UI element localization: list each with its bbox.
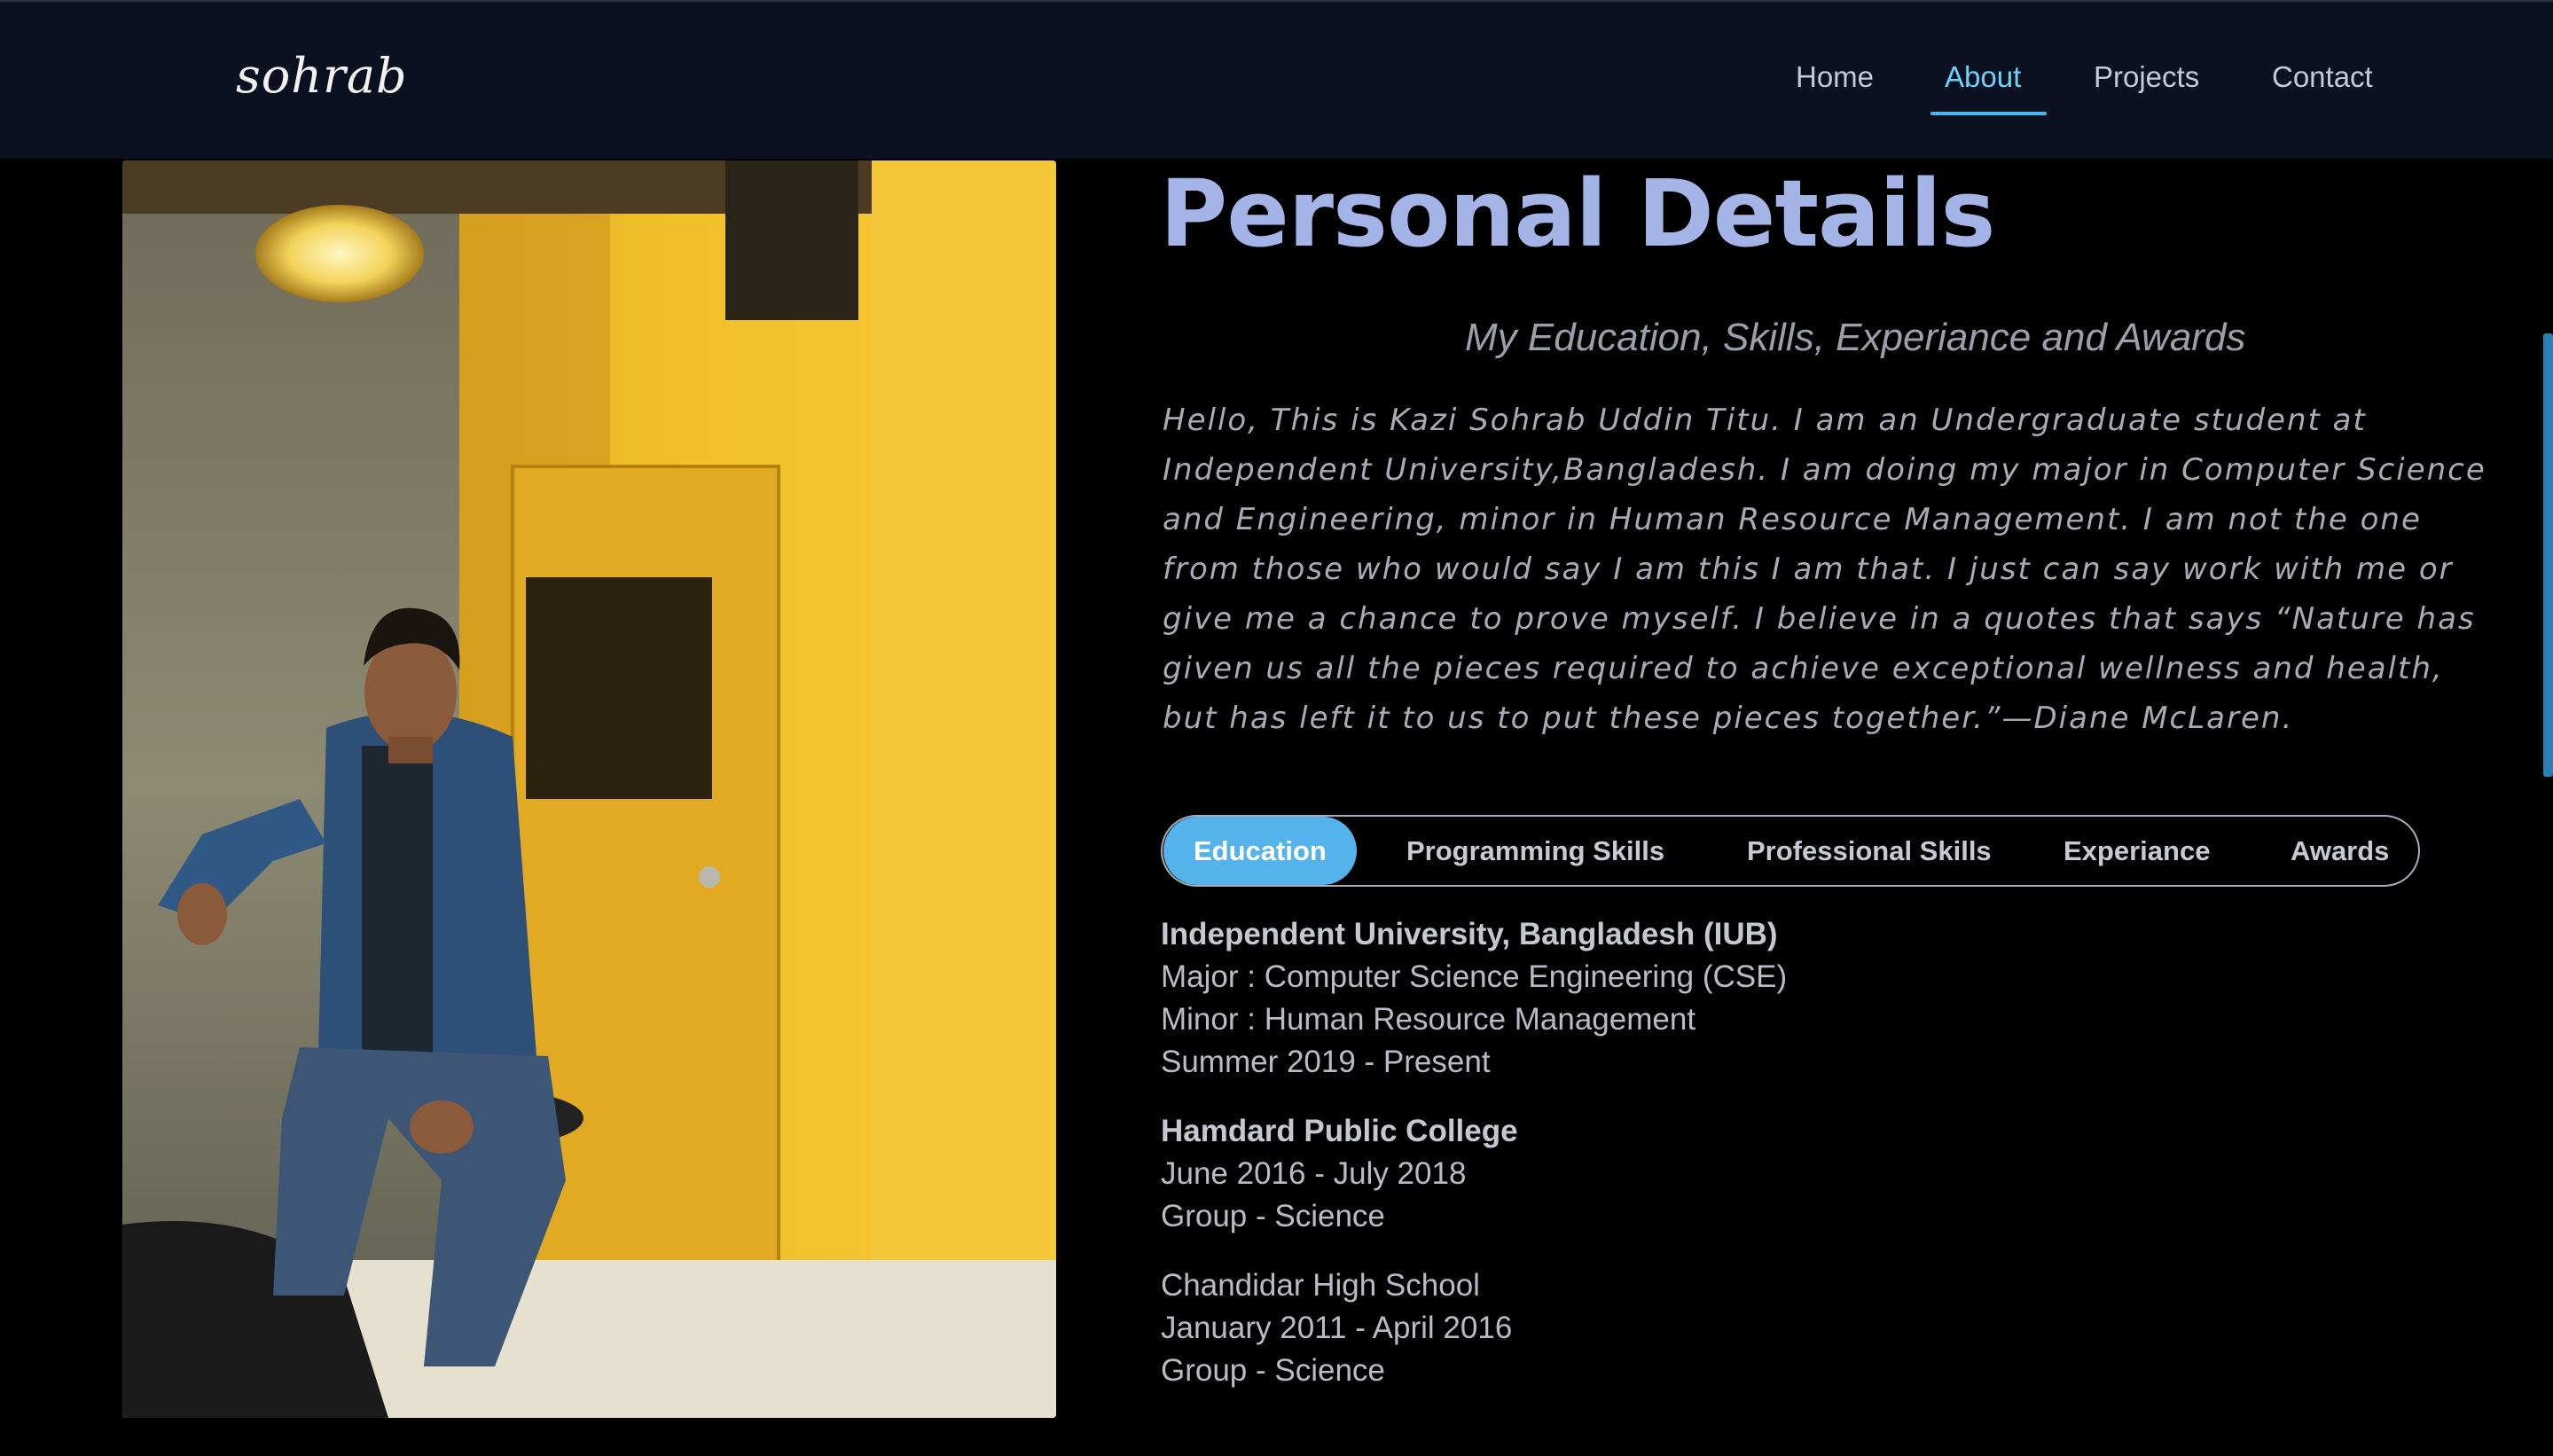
tab-education[interactable]: Education — [1163, 817, 1357, 885]
nav-contact-link[interactable]: Contact — [2272, 60, 2373, 94]
details-tab-bar: Education Programming Skills Professiona… — [1161, 815, 2420, 887]
about-page: sohrab Home About Projects Contact Perso… — [0, 0, 2553, 1456]
tab-awards[interactable]: Awards — [2291, 817, 2389, 885]
bio-line: from those who would say I am this I am … — [1163, 552, 2454, 587]
education-detail: Group - Science — [1161, 1353, 1385, 1388]
institution-name: Chandidar High School — [1161, 1268, 1480, 1303]
bio-line: and Engineering, minor in Human Resource… — [1163, 502, 2422, 537]
education-entry: Hamdard Public College June 2016 - July … — [1161, 1110, 2314, 1238]
nav-projects-link[interactable]: Projects — [2094, 60, 2199, 94]
tab-programming-skills[interactable]: Programming Skills — [1406, 817, 1664, 885]
education-detail: Summer 2019 - Present — [1161, 1045, 1491, 1079]
bio-line: Independent University,Bangladesh. I am … — [1163, 452, 2486, 488]
institution-name: Hamdard Public College — [1161, 1114, 1518, 1148]
page-title: Personal Details — [1160, 160, 1995, 268]
profile-photo-illustration — [122, 160, 1056, 1418]
education-entry: Independent University, Bangladesh (IUB)… — [1161, 913, 2314, 1084]
education-detail: Major : Computer Science Engineering (CS… — [1161, 959, 1788, 994]
tab-experiance[interactable]: Experiance — [2064, 817, 2210, 885]
nav-home-link[interactable]: Home — [1796, 60, 1874, 94]
bio-line: give me a chance to prove myself. I beli… — [1163, 601, 2476, 637]
active-nav-indicator — [1930, 112, 2047, 115]
education-entry: Chandidar High School January 2011 - Apr… — [1161, 1264, 2314, 1392]
top-navbar: sohrab Home About Projects Contact — [0, 0, 2553, 159]
education-detail: January 2011 - April 2016 — [1161, 1311, 1513, 1345]
bio-line: but has left it to us to put these piece… — [1163, 701, 2294, 736]
bio-line: Hello, This is Kazi Sohrab Uddin Titu. I… — [1163, 403, 2367, 438]
profile-photo — [122, 160, 1056, 1418]
bio-paragraph: Hello, This is Kazi Sohrab Uddin Titu. I… — [1163, 395, 2486, 743]
bio-line: given us all the pieces required to achi… — [1163, 651, 2444, 686]
institution-name: Independent University, Bangladesh (IUB) — [1161, 917, 1778, 951]
page-scrollbar[interactable] — [2543, 333, 2553, 777]
education-detail: Minor : Human Resource Management — [1161, 1002, 1696, 1037]
page-subtitle: My Education, Skills, Experiance and Awa… — [1465, 316, 2246, 359]
nav-about-link[interactable]: About — [1945, 60, 2021, 94]
education-detail: Group - Science — [1161, 1199, 1385, 1233]
nav-links: Home About Projects Contact — [0, 60, 2553, 122]
education-detail: June 2016 - July 2018 — [1161, 1156, 1467, 1191]
tab-professional-skills[interactable]: Professional Skills — [1747, 817, 1992, 885]
